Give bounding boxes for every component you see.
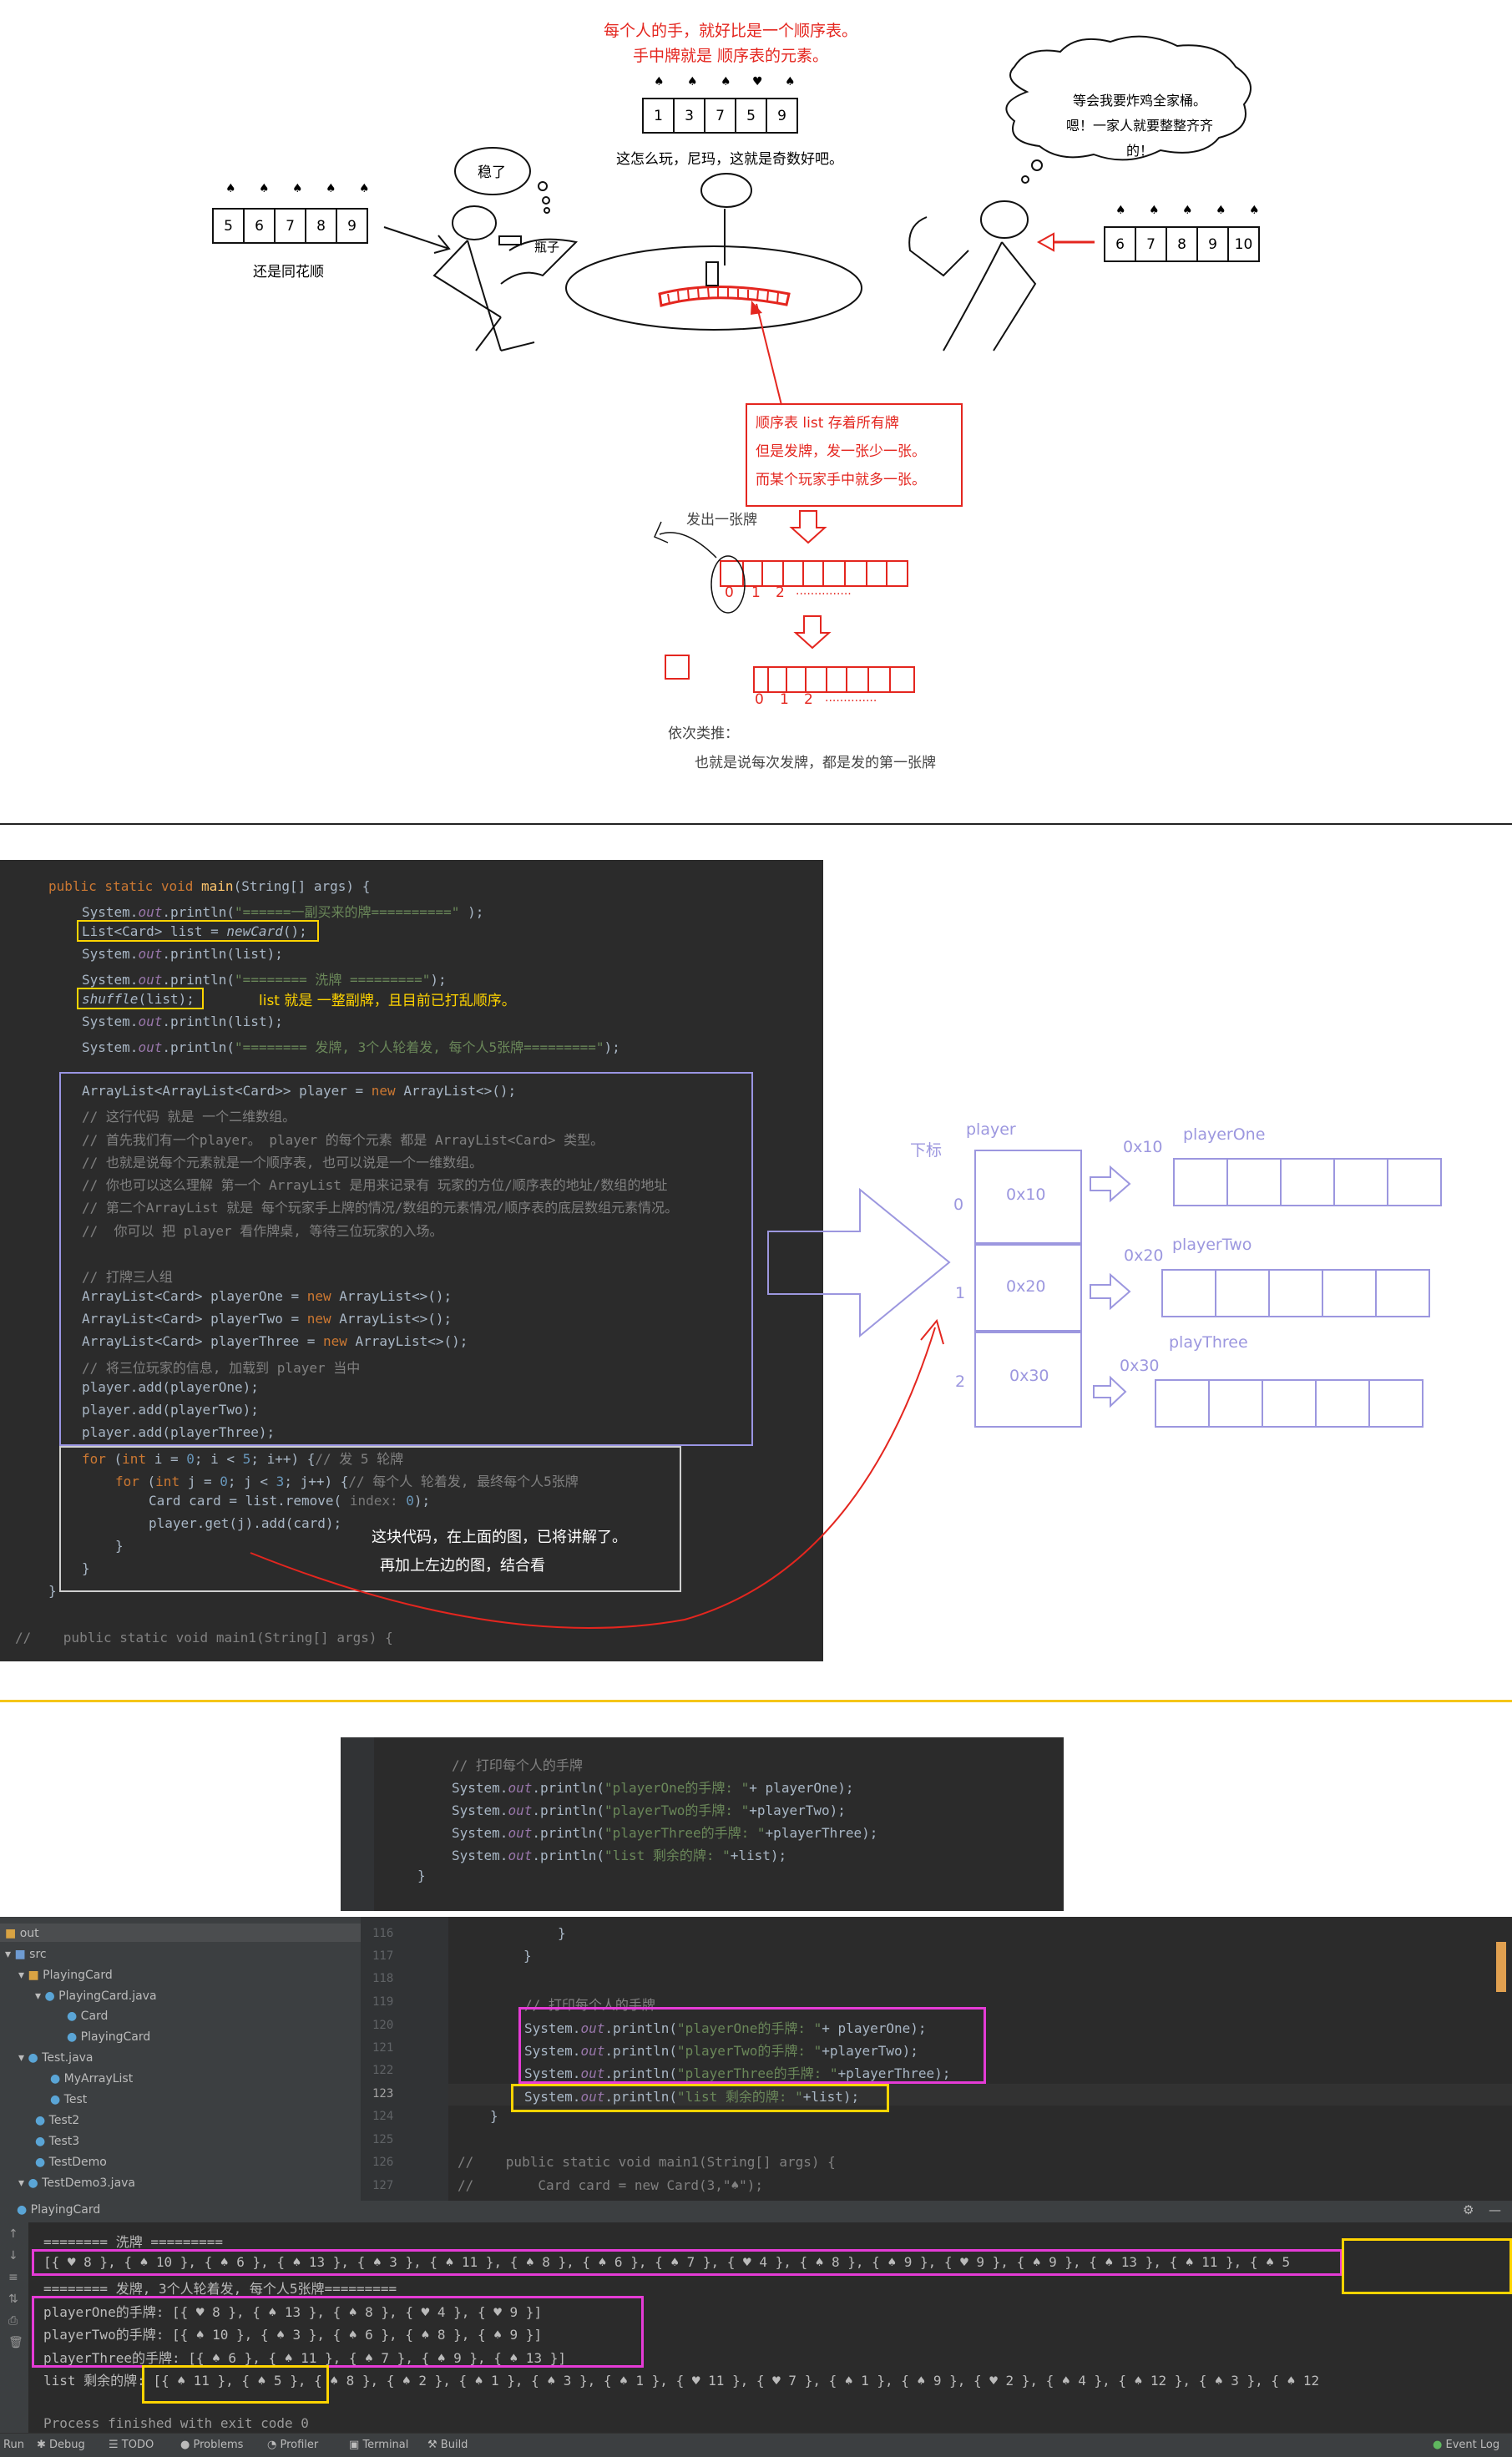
chevron-down-icon: ▾: [18, 2176, 25, 2190]
class-icon: ●: [35, 2135, 46, 2148]
code-line: }: [417, 1868, 426, 1883]
code-comment: // Card card = new Card(3,"♠");: [458, 2177, 764, 2193]
output-line: ======== 发牌, 3个人轮着发, 每个人5张牌=========: [43, 2281, 397, 2297]
run-tool[interactable]: Run: [3, 2439, 24, 2451]
tree-item[interactable]: ● MyArrayList: [50, 2072, 133, 2085]
class-icon: ●: [50, 2093, 61, 2106]
minimize-icon[interactable]: —: [1489, 2202, 1501, 2217]
profiler-tool[interactable]: ◔ Profiler: [267, 2439, 318, 2451]
terminal-icon: ▣: [349, 2439, 360, 2451]
tree-item[interactable]: ● TestDemo: [35, 2156, 107, 2169]
code-line: }: [490, 2108, 498, 2124]
code-line: System.out.println("list 剩余的牌: "+list);: [452, 1848, 787, 1863]
class-icon: ●: [28, 2051, 38, 2065]
class-icon: ●: [35, 2156, 46, 2169]
chevron-down-icon: ▾: [18, 2051, 25, 2065]
status-bar: Run ✱ Debug ☰ TODO ● Problems ◔ Profiler…: [0, 2433, 1512, 2457]
down-arrow-icon[interactable]: ↓: [8, 2249, 18, 2262]
event-log[interactable]: ● Event Log: [1433, 2439, 1499, 2451]
hand-array-dividers: [1208, 1158, 1388, 1428]
code-comment: // 打印每个人的手牌: [452, 1757, 583, 1773]
tree-item[interactable]: ■ out: [5, 1927, 39, 1940]
event-log-icon: ●: [1433, 2439, 1443, 2451]
print-hands-highlight: [518, 2007, 986, 2084]
hammer-icon: ⚒: [427, 2439, 437, 2451]
gear-icon[interactable]: ⚙: [1463, 2202, 1474, 2217]
list-tail-highlight: [1342, 2238, 1512, 2294]
up-arrow-icon[interactable]: ↑: [8, 2227, 18, 2241]
todo-tool[interactable]: ☰ TODO: [109, 2439, 154, 2451]
build-tool[interactable]: ⚒ Build: [427, 2439, 468, 2451]
wrap-icon[interactable]: ≡: [8, 2271, 18, 2284]
tree-item[interactable]: ● Card: [67, 2010, 108, 2023]
section-divider: [0, 1700, 1512, 1702]
code-line: System.out.println("playerOne的手牌: "+ pla…: [452, 1780, 854, 1796]
chevron-down-icon: ▾: [5, 1948, 12, 1961]
code-line: }: [523, 1948, 532, 1964]
code-comment: // public static void main1(String[] arg…: [458, 2154, 836, 2170]
tree-item[interactable]: ● Test2: [35, 2114, 79, 2127]
delete-icon[interactable]: 🗑: [8, 2336, 23, 2349]
profiler-icon: ◔: [267, 2439, 277, 2451]
run-tab[interactable]: ● PlayingCard: [17, 2203, 100, 2217]
tree-item[interactable]: ● Test3: [35, 2135, 79, 2148]
class-icon: ●: [67, 2030, 78, 2044]
scroll-marker: [1496, 1942, 1506, 1992]
class-icon: ●: [67, 2010, 78, 2023]
run-toolbar: ↑ ↓ ≡ ⇅ ⎙ 🗑: [0, 2222, 28, 2433]
tree-item[interactable]: ▾ ● Test.java: [18, 2051, 94, 2065]
class-icon: ●: [50, 2072, 61, 2085]
player-hands-highlight: [32, 2296, 644, 2368]
debug-tool[interactable]: ✱ Debug: [37, 2439, 85, 2451]
list-icon: ☰: [109, 2439, 119, 2451]
tree-item[interactable]: ▾ ■ PlayingCard: [18, 1969, 113, 1982]
chevron-down-icon: ▾: [35, 1989, 42, 2003]
code-line: }: [558, 1925, 566, 1941]
remaining-list-highlight: [142, 2365, 329, 2404]
code-line: System.out.println("playerThree的手牌: "+pl…: [452, 1825, 878, 1841]
class-icon: ●: [17, 2203, 28, 2217]
class-icon: ●: [35, 2114, 46, 2127]
folder-icon: ■: [5, 1927, 17, 1940]
terminal-tool[interactable]: ▣ Terminal: [349, 2439, 408, 2451]
sort-icon[interactable]: ⇅: [8, 2293, 18, 2306]
problems-tool[interactable]: ● Problems: [180, 2439, 243, 2451]
folder-icon: ■: [28, 1969, 39, 1982]
run-panel-header: ● PlayingCard ⚙ —: [0, 2201, 1512, 2222]
tree-item[interactable]: ▾ ■ src: [5, 1948, 47, 1961]
gutter: [341, 1737, 374, 1911]
tree-item[interactable]: ● Test: [50, 2093, 87, 2106]
tree-item[interactable]: ▾ ● TestDemo3.java: [18, 2176, 135, 2190]
class-icon: ●: [28, 2176, 38, 2190]
print-icon[interactable]: ⎙: [8, 2314, 18, 2328]
folder-icon: ■: [14, 1948, 26, 1961]
tree-item[interactable]: ▾ ● PlayingCard.java: [35, 1989, 157, 2003]
code-line: System.out.println("playerTwo的手牌: "+play…: [452, 1802, 846, 1818]
output-line: Process finished with exit code 0: [43, 2415, 309, 2431]
print-list-highlight: [511, 2084, 889, 2112]
chevron-down-icon: ▾: [18, 1969, 25, 1982]
shuffled-list-highlight: [32, 2249, 1343, 2276]
class-icon: ●: [44, 1989, 55, 2003]
warning-icon: ●: [180, 2439, 190, 2451]
tree-selected-row: [0, 1924, 361, 1942]
tree-item[interactable]: ● PlayingCard: [67, 2030, 150, 2044]
bug-icon: ✱: [37, 2439, 46, 2451]
output-line: ======== 洗牌 =========: [43, 2234, 224, 2250]
